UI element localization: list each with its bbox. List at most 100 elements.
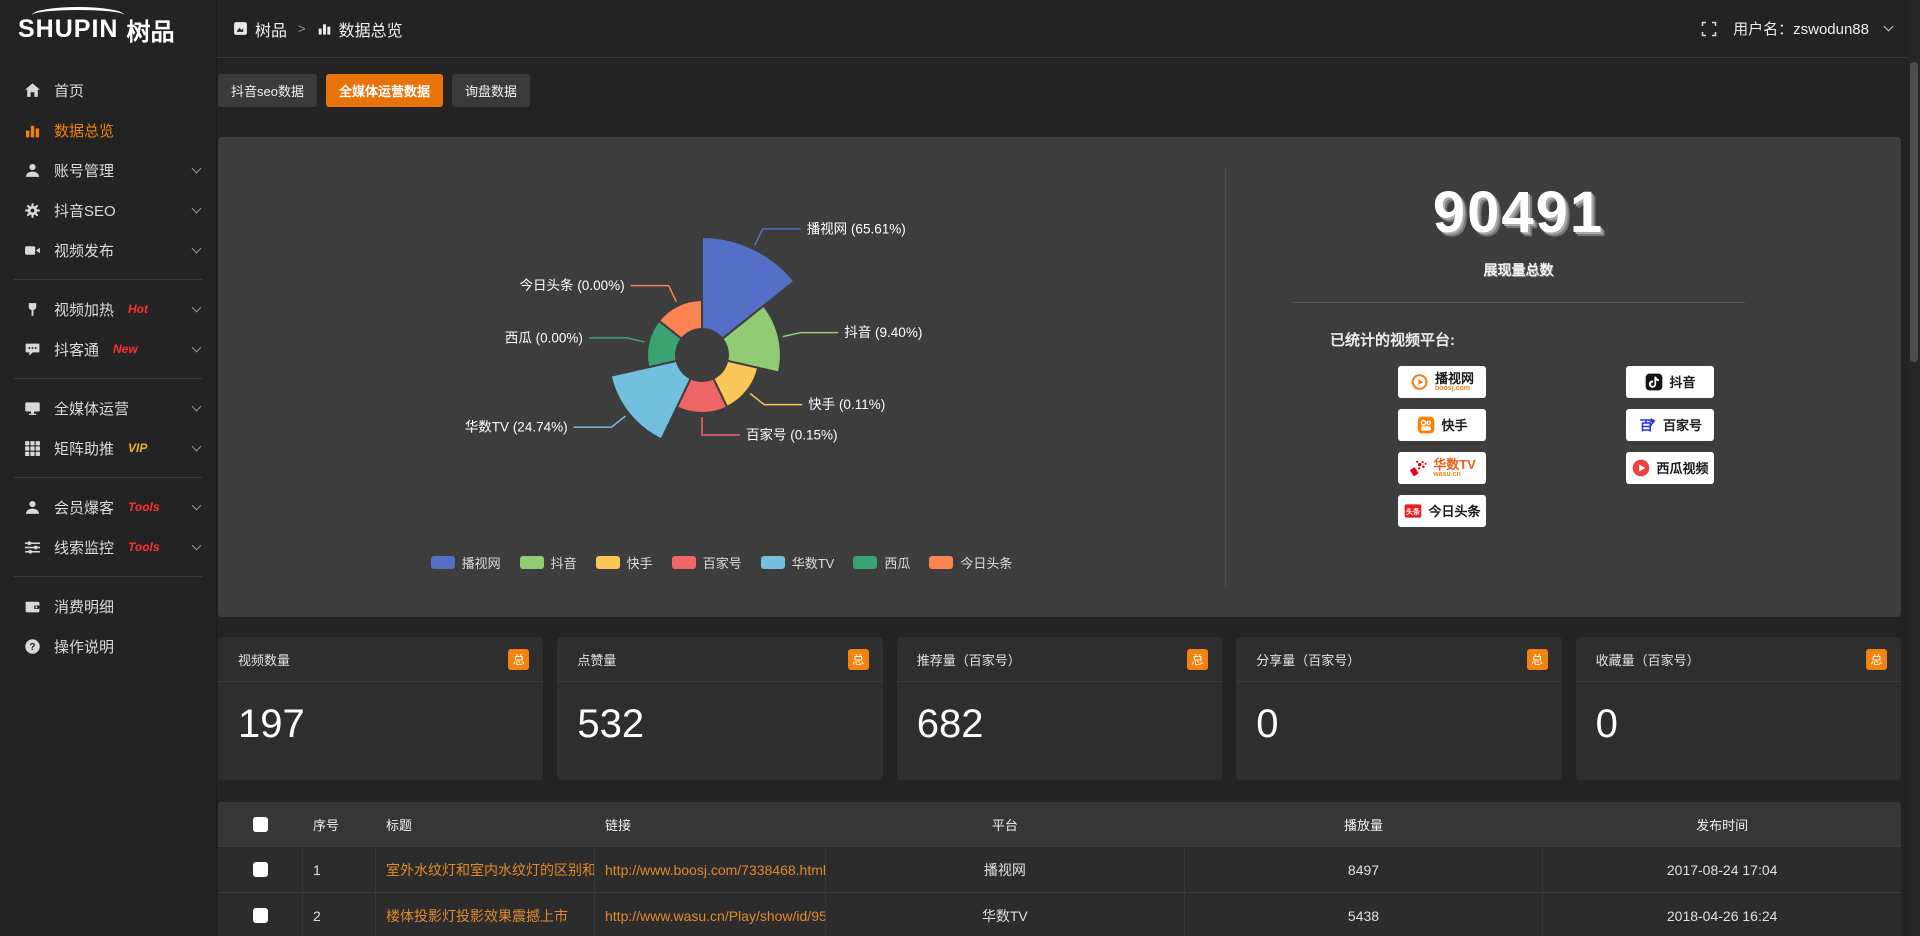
total-badge[interactable]: 总	[508, 649, 529, 670]
sidebar-item-视频发布[interactable]: 视频发布	[0, 230, 216, 270]
row-checkbox[interactable]	[253, 908, 268, 923]
tab-询盘数据[interactable]: 询盘数据	[452, 74, 530, 107]
breadcrumb: 树品 > 数据总览	[233, 17, 403, 41]
sidebar-item-数据总览[interactable]: 数据总览	[0, 110, 216, 150]
sidebar-divider	[14, 279, 202, 280]
fullscreen-icon[interactable]	[1701, 21, 1717, 37]
grid-icon	[24, 440, 41, 457]
total-badge[interactable]: 总	[848, 649, 869, 670]
platform-logo-grid: 播视网boosj.com快手华数TVwasu.cn头条今日头条 抖音百百家号西瓜…	[1398, 366, 1811, 527]
chevron-down-icon[interactable]	[1884, 22, 1894, 32]
chevron-down-icon[interactable]	[192, 204, 202, 214]
legend-label: 西瓜	[884, 553, 910, 572]
legend-label: 快手	[627, 553, 653, 572]
chevron-down-icon[interactable]	[192, 343, 202, 353]
legend-item-华数TV[interactable]: 华数TV	[761, 553, 835, 572]
sidebar-item-会员爆客[interactable]: 会员爆客Tools	[0, 487, 216, 527]
row-platform: 播视网	[825, 847, 1184, 892]
heat-icon	[24, 301, 41, 318]
wasu-logo-icon	[1408, 458, 1428, 478]
chevron-down-icon[interactable]	[192, 541, 202, 551]
sidebar-item-label: 数据总览	[54, 120, 114, 141]
legend-swatch	[431, 556, 455, 569]
table-row: 1室外水纹灯和室内水纹灯的区别和简介http://www.boosj.com/7…	[218, 846, 1901, 892]
tab-全媒体运营数据[interactable]: 全媒体运营数据	[326, 74, 443, 107]
chevron-down-icon[interactable]	[192, 442, 202, 452]
pie-label: 播视网 (65.61%)	[806, 221, 905, 236]
legend-label: 抖音	[551, 553, 577, 572]
chevron-down-icon[interactable]	[192, 402, 202, 412]
sidebar-item-操作说明[interactable]: ?操作说明	[0, 626, 216, 666]
breadcrumb-item-current[interactable]: 数据总览	[339, 17, 403, 41]
tab-抖音seo数据[interactable]: 抖音seo数据	[218, 74, 317, 107]
sidebar-item-视频加热[interactable]: 视频加热Hot	[0, 289, 216, 329]
row-title-link[interactable]: 楼体投影灯投影效果震撼上市	[375, 893, 594, 936]
col-time: 发布时间	[1542, 802, 1901, 846]
scrollbar-thumb[interactable]	[1910, 62, 1918, 362]
stat-card-title: 点赞量	[577, 650, 616, 669]
sidebar-badge: VIP	[128, 441, 147, 455]
xigua-logo-icon	[1631, 458, 1651, 478]
sidebar-item-label: 首页	[54, 80, 84, 101]
sidebar-badge: Hot	[128, 302, 148, 316]
stat-card-推荐量（百家号）: 推荐量（百家号）总682	[897, 637, 1222, 780]
sidebar-item-线索监控[interactable]: 线索监控Tools	[0, 527, 216, 567]
platform-badge-西瓜视频: 西瓜视频	[1626, 452, 1714, 484]
row-url-link[interactable]: http://www.wasu.cn/Play/show/id/952...	[594, 893, 825, 936]
platform-badge-百家号: 百百家号	[1626, 409, 1714, 441]
row-checkbox-cell	[218, 893, 302, 936]
chevron-down-icon[interactable]	[192, 244, 202, 254]
question-icon: ?	[24, 638, 41, 655]
sidebar-nav: 首页数据总览账号管理抖音SEO视频发布视频加热Hot抖客通New 全媒体运营矩阵助…	[0, 58, 216, 666]
sidebar-item-消费明细[interactable]: 消费明细	[0, 586, 216, 626]
sidebar-item-账号管理[interactable]: 账号管理	[0, 150, 216, 190]
impressions-total-value: 90491	[1226, 179, 1811, 246]
videos-table: 序号标题链接平台播放量发布时间1室外水纹灯和室内水纹灯的区别和简介http://…	[218, 802, 1901, 936]
legend-item-今日头条[interactable]: 今日头条	[929, 553, 1012, 572]
pie-slice-华数TV[interactable]	[610, 361, 690, 440]
total-badge[interactable]: 总	[1866, 649, 1887, 670]
sidebar-item-抖客通[interactable]: 抖客通New	[0, 329, 216, 369]
sidebar-item-首页[interactable]: 首页	[0, 70, 216, 110]
home-icon	[24, 82, 41, 99]
pie-label: 华数TV (24.74%)	[464, 420, 567, 435]
select-all-checkbox[interactable]	[253, 817, 268, 832]
legend-item-西瓜[interactable]: 西瓜	[853, 553, 910, 572]
brand-logo[interactable]: SHUPIN 树品	[0, 0, 216, 58]
overview-panel: 播视网 (65.61%)抖音 (9.40%)快手 (0.11%)百家号 (0.1…	[218, 137, 1901, 617]
platform-name: 快手	[1441, 419, 1467, 432]
row-title-link[interactable]: 室外水纹灯和室内水纹灯的区别和简介	[375, 847, 594, 892]
app-root: SHUPIN 树品 首页数据总览账号管理抖音SEO视频发布视频加热Hot抖客通N…	[0, 0, 1920, 936]
sidebar-item-抖音SEO[interactable]: 抖音SEO	[0, 190, 216, 230]
legend-label: 百家号	[703, 553, 742, 572]
legend-item-百家号[interactable]: 百家号	[672, 553, 742, 572]
username[interactable]: 用户名：zswodun88	[1733, 18, 1869, 39]
chevron-down-icon[interactable]	[192, 303, 202, 313]
scrollbar-track[interactable]	[1908, 0, 1920, 936]
stat-card-value: 197	[218, 682, 543, 747]
sidebar-item-矩阵助推[interactable]: 矩阵助推VIP	[0, 428, 216, 468]
chevron-down-icon[interactable]	[192, 164, 202, 174]
legend-label: 今日头条	[960, 553, 1012, 572]
total-badge[interactable]: 总	[1187, 649, 1208, 670]
sidebar-item-全媒体运营[interactable]: 全媒体运营	[0, 388, 216, 428]
legend-item-快手[interactable]: 快手	[596, 553, 653, 572]
bar-chart-icon	[317, 21, 332, 36]
boosj-logo-icon	[1410, 372, 1430, 392]
main-area: 树品 > 数据总览 用户名：zswodun88 抖音seo数据全媒体运营数据询盘…	[217, 0, 1920, 936]
row-checkbox[interactable]	[253, 862, 268, 877]
sidebar-badge: Tools	[128, 500, 160, 514]
legend-item-抖音[interactable]: 抖音	[520, 553, 577, 572]
row-url-link[interactable]: http://www.boosj.com/7338468.html	[594, 847, 825, 892]
rose-pie-chart[interactable]: 播视网 (65.61%)抖音 (9.40%)快手 (0.11%)百家号 (0.1…	[222, 149, 1222, 549]
legend-item-播视网[interactable]: 播视网	[431, 553, 501, 572]
stat-card-value: 0	[1236, 682, 1561, 747]
stat-cards: 视频数量总197点赞量总532推荐量（百家号）总682分享量（百家号）总0收藏量…	[218, 637, 1901, 780]
total-badge[interactable]: 总	[1527, 649, 1548, 670]
platform-name: 抖音	[1669, 376, 1695, 389]
chevron-down-icon[interactable]	[192, 501, 202, 511]
wallet-icon	[24, 598, 41, 615]
sidebar-item-label: 账号管理	[54, 160, 114, 181]
breadcrumb-item-home[interactable]: 树品	[255, 17, 287, 41]
row-platform: 华数TV	[825, 893, 1184, 936]
